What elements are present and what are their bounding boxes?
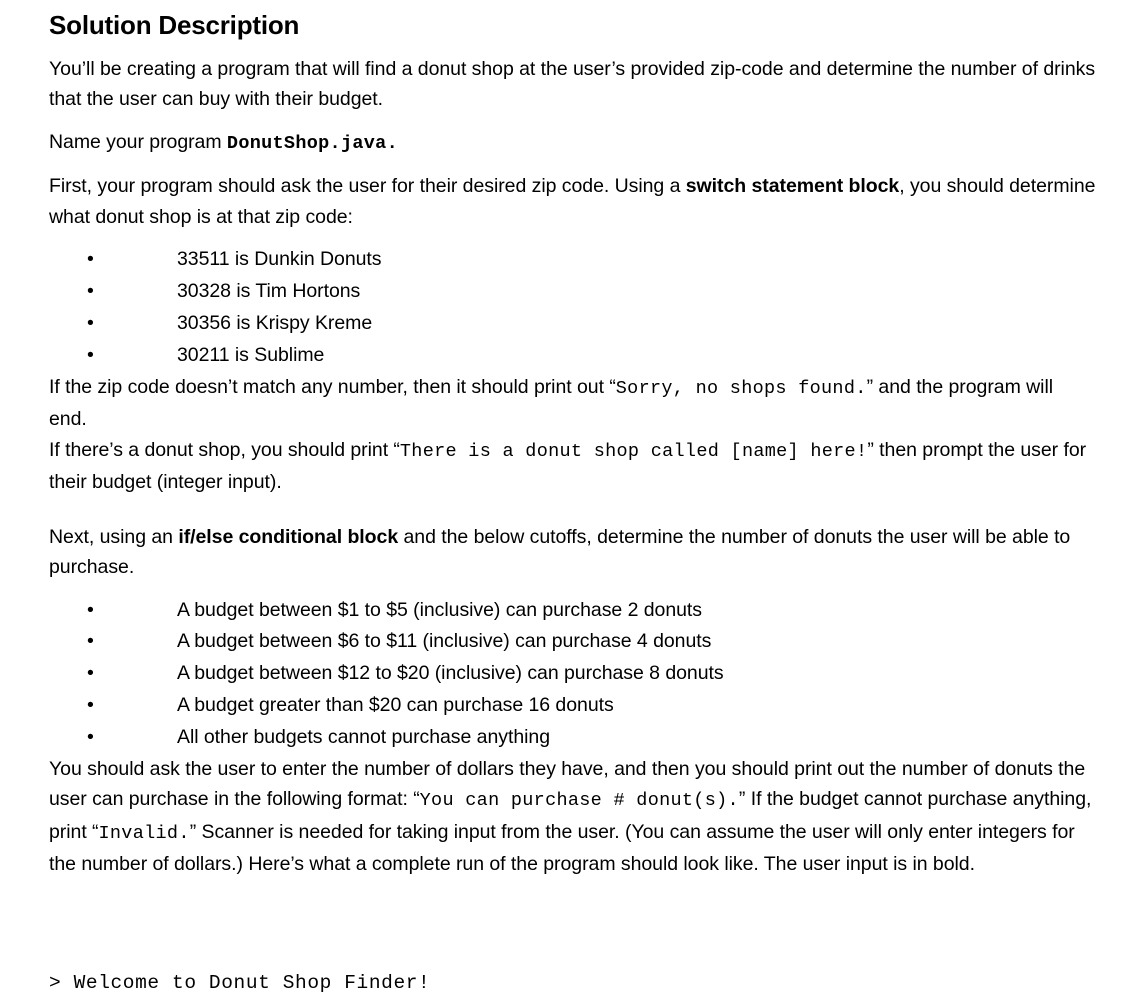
bullet-icon: • [87,662,94,685]
invalid-message-code: Invalid. [98,822,190,844]
page-title: Solution Description [49,10,300,40]
naming-suffix-text: . [386,132,398,154]
switch-instruction-paragraph: First, your program should ask the user … [49,171,1096,232]
list-item-label: 33511 is Dunkin Donuts [177,248,382,271]
list-item: • 30211 is Sublime [49,340,1096,372]
purchase-message-code: You can purchase # donut(s). [419,790,739,812]
switch-statement-emphasis: switch statement block [685,175,900,198]
zip-code-list: • 33511 is Dunkin Donuts • 30328 is Tim … [49,244,1096,371]
ifelse-instruction-paragraph: Next, using an if/else conditional block… [49,522,1096,583]
no-shops-found-code: Sorry, no shops found. [615,377,867,399]
found-shop-prefix-text: If there’s a donut shop, you should prin… [49,438,400,461]
ifelse-block-emphasis: if/else conditional block [178,525,399,548]
list-item-label: 30211 is Sublime [177,343,325,366]
list-item-label: 30356 is Krispy Kreme [177,311,373,334]
ifelse-prefix-text: Next, using an [49,525,179,548]
list-item: • 30356 is Krispy Kreme [49,308,1096,340]
output-format-text-3: ” Scanner is needed for taking input fro… [49,820,1075,876]
list-item-label: A budget between $1 to $5 (inclusive) ca… [177,598,702,621]
bullet-icon: • [87,248,94,271]
naming-prefix-text: Name your program [49,130,227,153]
bullet-icon: • [87,630,94,653]
bullet-icon: • [87,311,94,334]
bullet-icon: • [87,343,94,366]
list-item: • 33511 is Dunkin Donuts [49,244,1096,276]
found-shop-paragraph: If there’s a donut shop, you should prin… [49,435,1096,498]
list-item-label: All other budgets cannot purchase anythi… [177,725,550,748]
bullet-icon: • [87,280,94,303]
program-name-paragraph: Name your program DonutShop.java. [49,127,1096,160]
switch-prefix-text: First, your program should ask the user … [49,175,686,198]
donut-shop-message-code: There is a donut shop called [name] here… [399,440,868,462]
bullet-icon: • [87,693,94,716]
bullet-icon: • [87,598,94,621]
intro-paragraph: You’ll be creating a program that will f… [49,54,1096,115]
list-item-label: A budget between $12 to $20 (inclusive) … [177,662,724,685]
list-item-label: A budget greater than $20 can purchase 1… [177,693,614,716]
transcript-output: > Welcome to Donut Shop Finder! [49,971,431,994]
intro-text: You’ll be creating a program that will f… [49,57,1096,111]
list-item: • A budget between $1 to $5 (inclusive) … [49,595,1096,627]
bullet-icon: • [87,725,94,748]
list-item: • A budget between $6 to $11 (inclusive)… [49,626,1096,658]
sample-run-transcript: > Welcome to Donut Shop Finder! > > Ente… [49,906,1096,998]
list-item: • 30328 is Tim Hortons [49,276,1096,308]
list-item-label: 30328 is Tim Hortons [177,280,361,303]
list-item: • A budget between $12 to $20 (inclusive… [49,658,1096,690]
no-match-paragraph: If the zip code doesn’t match any number… [49,372,1096,435]
list-item: • A budget greater than $20 can purchase… [49,690,1096,722]
no-match-prefix-text: If the zip code doesn’t match any number… [49,375,616,398]
list-item-label: A budget between $6 to $11 (inclusive) c… [177,630,712,653]
output-format-paragraph: You should ask the user to enter the num… [49,754,1096,880]
budget-cutoff-list: • A budget between $1 to $5 (inclusive) … [49,595,1096,754]
transcript-line: > Welcome to Donut Shop Finder! [49,968,1096,998]
program-file-name: DonutShop.java [226,132,387,154]
document-page: Solution Description You’ll be creating … [0,0,1143,998]
list-item: • All other budgets cannot purchase anyt… [49,722,1096,754]
